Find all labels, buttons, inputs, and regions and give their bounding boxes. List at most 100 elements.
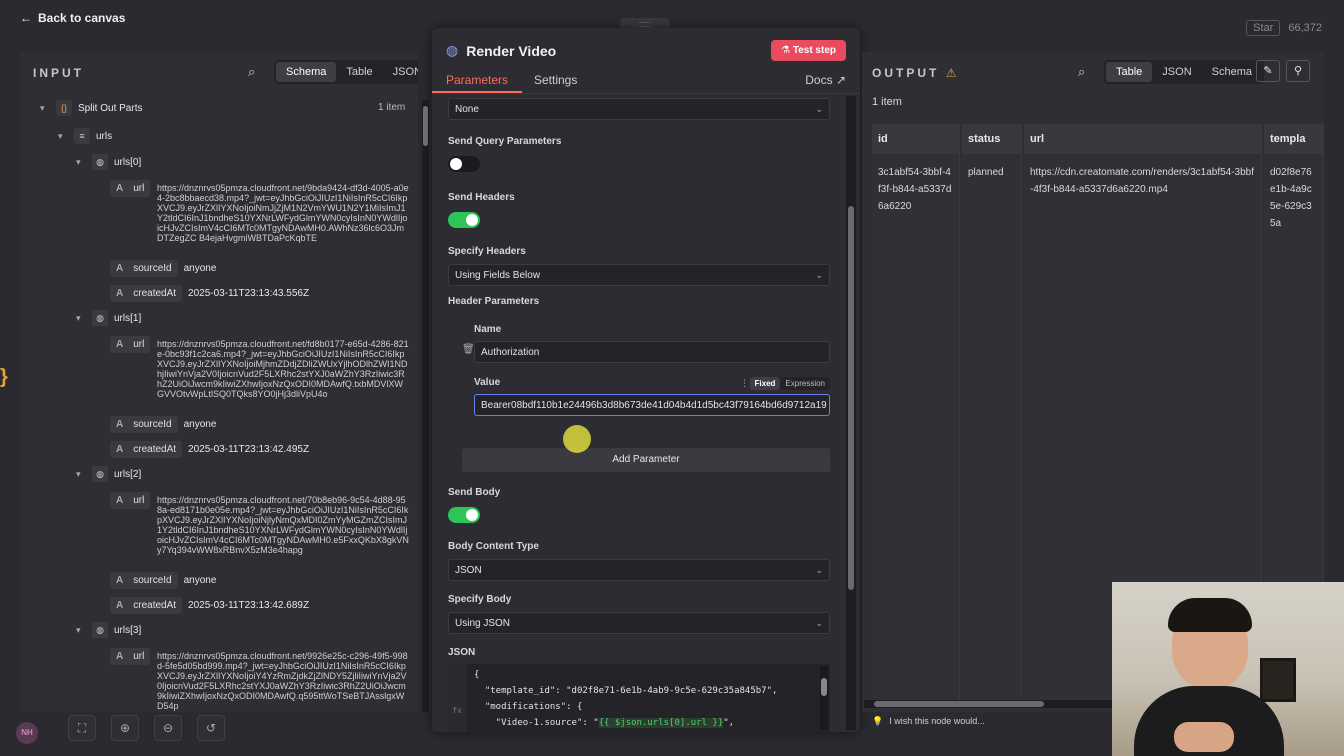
more-icon[interactable]: ⋮ xyxy=(740,378,749,389)
string-type-icon: A xyxy=(116,263,124,274)
tab-settings[interactable]: Settings xyxy=(534,73,577,87)
chevron-down-icon[interactable]: ▾ xyxy=(76,157,86,168)
fit-view-icon[interactable]: ⛶ xyxy=(68,715,96,741)
field-createdat: AcreatedAt 2025-03-11T23:13:42.689Z xyxy=(110,597,309,614)
editor-scrollbar[interactable] xyxy=(820,666,828,730)
zoom-in-icon[interactable]: ⊕ xyxy=(111,715,139,741)
tree-root[interactable]: ▾ {} Split Out Parts xyxy=(40,100,142,116)
send-body-toggle[interactable] xyxy=(448,507,480,523)
specify-body-select[interactable]: Using JSON ⌄ xyxy=(448,612,830,634)
zoom-out-icon[interactable]: ⊖ xyxy=(154,715,182,741)
tab-schema[interactable]: Schema xyxy=(1202,62,1262,82)
input-scrollbar[interactable] xyxy=(422,100,429,712)
name-label: Name xyxy=(474,324,502,335)
value-label: Value xyxy=(474,377,501,388)
person-hands xyxy=(1174,722,1234,752)
flask-icon: ⚗ xyxy=(781,45,791,56)
code-line: "modifications": { xyxy=(474,702,583,712)
column-header: templa xyxy=(1264,124,1324,154)
table-cell: planned xyxy=(962,154,1022,704)
chevron-down-icon[interactable]: ▾ xyxy=(76,313,86,324)
output-item-count: 1 item xyxy=(872,96,902,108)
auth-select[interactable]: None ⌄ xyxy=(448,98,830,120)
external-link-icon: ↗ xyxy=(835,73,846,87)
field-url: Aurl xyxy=(110,492,151,509)
body-type-select[interactable]: JSON ⌄ xyxy=(448,559,830,581)
header-params-label: Header Parameters xyxy=(448,296,540,307)
tree-urls[interactable]: ▾ ≡ urls xyxy=(58,128,112,144)
avatar[interactable]: NH xyxy=(16,722,38,744)
search-icon[interactable]: ⌕ xyxy=(1078,64,1085,80)
input-view-tabs: Schema Table JSON xyxy=(274,60,418,84)
chevron-down-icon[interactable]: ▾ xyxy=(58,131,68,142)
tree-item[interactable]: ▾ ◍ urls[0] xyxy=(76,154,141,170)
output-hscrollbar[interactable] xyxy=(864,700,1114,708)
warning-icon: ⚠ xyxy=(945,66,957,80)
fixed-option[interactable]: Fixed xyxy=(749,377,781,390)
tab-json[interactable]: JSON xyxy=(383,62,418,82)
undo-icon[interactable]: ↺ xyxy=(197,715,225,741)
item-count: 1 item xyxy=(378,102,406,113)
field-sourceid: AsourceId anyone xyxy=(110,260,216,277)
input-title: INPUT xyxy=(33,66,84,80)
arrow-left-icon: ← xyxy=(20,11,32,25)
feedback-prompt[interactable]: 💡 I wish this node would... xyxy=(872,716,985,727)
field-sourceid: AsourceId anyone xyxy=(110,572,216,589)
code-line: "Video-1.source": "{{ $json.urls[0].url … xyxy=(474,718,735,728)
string-type-icon: A xyxy=(116,651,124,662)
specify-body-label: Specify Body xyxy=(448,594,512,605)
chevron-down-icon: ⌄ xyxy=(815,104,823,114)
webcam-overlay xyxy=(1112,582,1344,756)
tree-item[interactable]: ▾ ◍ urls[2] xyxy=(76,466,141,482)
field-createdat: AcreatedAt 2025-03-11T23:13:43.556Z xyxy=(110,285,309,302)
trash-icon[interactable]: 🗑 xyxy=(462,344,475,355)
tab-json[interactable]: JSON xyxy=(1152,62,1201,82)
object-icon: ◍ xyxy=(92,622,108,638)
send-body-label: Send Body xyxy=(448,487,501,498)
test-step-button[interactable]: ⚗ Test step xyxy=(771,40,846,61)
edit-pencil-icon[interactable]: ✎ xyxy=(1256,60,1280,82)
string-type-icon: A xyxy=(116,183,124,194)
specify-headers-label: Specify Headers xyxy=(448,246,526,257)
code-line: "template_id": "d02f8e71-6e1b-4ab9-9c5e-… xyxy=(474,686,778,696)
object-icon: ◍ xyxy=(92,310,108,326)
chevron-down-icon[interactable]: ▾ xyxy=(76,469,86,480)
json-editor[interactable]: fx { "template_id": "d02f8e71-6e1b-4ab9-… xyxy=(448,664,830,732)
column-header: id xyxy=(872,124,960,154)
chevron-down-icon[interactable]: ▾ xyxy=(76,625,86,636)
header-name-input[interactable]: Authorization xyxy=(474,341,830,363)
send-query-toggle[interactable] xyxy=(448,156,480,172)
node-scrollbar[interactable] xyxy=(846,96,856,730)
list-icon: ≡ xyxy=(74,128,90,144)
url-value: https://dnznrvs05pmza.cloudfront.net/70b… xyxy=(157,495,409,555)
chevron-down-icon: ⌄ xyxy=(815,565,823,575)
tree-item[interactable]: ▾ ◍ urls[1] xyxy=(76,310,141,326)
column-header: url xyxy=(1024,124,1262,154)
bracket-icon: } xyxy=(0,366,8,388)
tab-table[interactable]: Table xyxy=(1106,62,1153,82)
column-header: status xyxy=(962,124,1022,154)
specify-headers-select[interactable]: Using Fields Below ⌄ xyxy=(448,264,830,286)
globe-icon: ◍ xyxy=(446,42,459,58)
tab-schema[interactable]: Schema xyxy=(276,62,337,82)
fixed-expression-toggle: Fixed Expression xyxy=(749,377,830,390)
field-sourceid: AsourceId anyone xyxy=(110,416,216,433)
tab-parameters[interactable]: Parameters xyxy=(432,73,523,93)
chevron-down-icon[interactable]: ▾ xyxy=(40,103,50,114)
add-parameter-button[interactable]: Add Parameter xyxy=(462,448,830,472)
star-button[interactable]: Star xyxy=(1246,20,1281,36)
url-value: https://dnznrvs05pmza.cloudfront.net/fd8… xyxy=(157,339,409,399)
chevron-down-icon: ⌄ xyxy=(815,270,823,280)
github-star[interactable]: Star 66,372 xyxy=(1246,20,1322,36)
node-panel: ◍ Render Video ⚗ Test step Parameters Se… xyxy=(432,28,860,732)
search-icon[interactable]: ⌕ xyxy=(248,64,255,80)
expression-option[interactable]: Expression xyxy=(780,377,830,390)
send-headers-toggle[interactable] xyxy=(448,212,480,228)
docs-link[interactable]: Docs ↗ xyxy=(805,73,846,87)
back-to-canvas-button[interactable]: ← Back to canvas xyxy=(20,11,125,25)
tab-table[interactable]: Table xyxy=(336,62,382,82)
send-headers-label: Send Headers xyxy=(448,192,515,203)
tree-item[interactable]: ▾ ◍ urls[3] xyxy=(76,622,141,638)
pin-icon[interactable]: ⚲ xyxy=(1286,60,1310,82)
header-value-input[interactable]: Bearer08bdf110b1e24496b3d8b673de41d04b4d… xyxy=(474,394,830,416)
